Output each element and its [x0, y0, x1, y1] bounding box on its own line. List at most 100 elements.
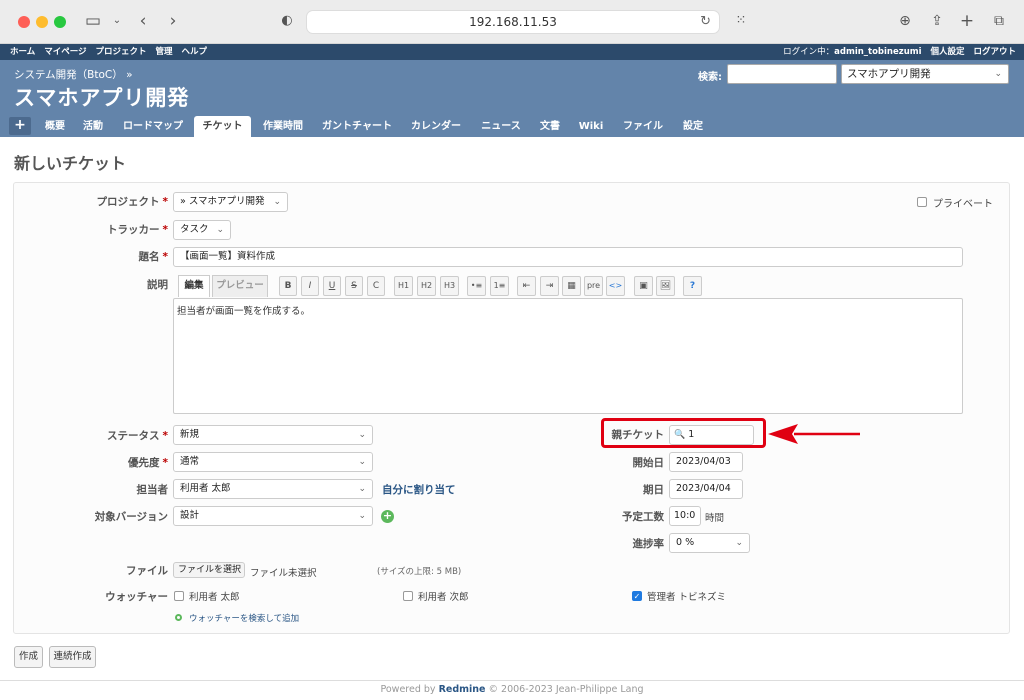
download-icon[interactable]: ⊕ [894, 10, 916, 32]
tab-wiki[interactable]: Wiki [572, 116, 610, 137]
tab-issues[interactable]: チケット [194, 116, 251, 137]
unordered-list-button[interactable]: •≡ [467, 276, 486, 296]
page-project-title: スマホアプリ開発 [14, 86, 190, 110]
tab-overview-icon[interactable]: ⧉ [988, 10, 1010, 32]
chevron-down-icon: ⌄ [358, 430, 366, 440]
reload-icon[interactable]: ↻ [700, 11, 711, 33]
due-date-input[interactable]: 2023/04/04 [669, 479, 743, 499]
indent-button[interactable]: ⇥ [540, 276, 559, 296]
table-button[interactable]: ▦ [562, 276, 581, 296]
add-watchers-link[interactable]: ウォッチャーを検索して追加 [189, 612, 299, 624]
tab-overview[interactable]: 概要 [38, 116, 72, 137]
annotation-highlight-box [601, 418, 766, 448]
breadcrumb[interactable]: システム開発（BtoC） » [14, 67, 133, 82]
strikethrough-button[interactable]: S [345, 276, 363, 296]
link-button[interactable]: ▣ [634, 276, 653, 296]
create-button[interactable]: 作成 [14, 646, 43, 668]
minimize-window-button[interactable] [36, 16, 48, 28]
grid-icon[interactable]: ⁙ [730, 10, 752, 32]
tab-files[interactable]: ファイル [615, 116, 671, 137]
assignee-select[interactable]: 利用者 太郎 ⌄ [173, 479, 373, 499]
forward-icon[interactable]: › [162, 10, 184, 32]
logout-link[interactable]: ログアウト [973, 47, 1016, 57]
watcher-checkbox-admin[interactable]: ✓ [632, 591, 642, 601]
bold-button[interactable]: B [279, 276, 297, 296]
highlighted-code-button[interactable]: <> [606, 276, 625, 296]
code-button[interactable]: C [367, 276, 385, 296]
outdent-button[interactable]: ⇤ [517, 276, 536, 296]
chevron-down-icon: ⌄ [358, 511, 366, 521]
main-menu: + 概要 活動 ロードマップ チケット 作業時間 ガントチャート カレンダー ニ… [0, 115, 1024, 137]
description-textarea[interactable]: 担当者が画面一覧を作成する。 [173, 298, 963, 414]
footer-divider [0, 680, 1024, 681]
priority-select[interactable]: 通常 ⌄ [173, 452, 373, 472]
done-ratio-select[interactable]: 0 % ⌄ [669, 533, 750, 553]
tab-activity[interactable]: 活動 [76, 116, 110, 137]
start-date-input[interactable]: 2023/04/03 [669, 452, 743, 472]
heading3-button[interactable]: H3 [440, 276, 459, 296]
top-menu-home[interactable]: ホーム [10, 47, 35, 57]
tab-gantt[interactable]: ガントチャート [315, 116, 399, 137]
watcher-checkbox-taro[interactable] [174, 591, 184, 601]
top-menu-help[interactable]: ヘルプ [182, 47, 208, 57]
italic-button[interactable]: I [301, 276, 319, 296]
underline-button[interactable]: U [323, 276, 341, 296]
files-label: ファイル [126, 565, 168, 577]
preformatted-button[interactable]: pre [584, 276, 603, 296]
footer: Powered by Redmine © 2006-2023 Jean-Phil… [0, 684, 1024, 695]
done-ratio-value: 0 % [676, 537, 695, 548]
tracker-select-value: タスク [180, 224, 209, 235]
help-button[interactable]: ? [683, 276, 702, 296]
new-tab-icon[interactable]: + [956, 10, 978, 32]
heading2-button[interactable]: H2 [417, 276, 436, 296]
chevron-down-icon[interactable]: ⌄ [106, 10, 128, 32]
redmine-link[interactable]: Redmine [439, 684, 486, 695]
private-checkbox[interactable] [917, 197, 927, 207]
ordered-list-button[interactable]: 1≡ [490, 276, 509, 296]
assignee-select-value: 利用者 太郎 [180, 483, 231, 494]
create-and-continue-button[interactable]: 連続作成 [49, 646, 96, 668]
estimated-hours-input[interactable]: 10:0 [669, 506, 701, 526]
top-menu-projects[interactable]: プロジェクト [96, 47, 147, 57]
top-menu-mypage[interactable]: マイページ [44, 47, 86, 57]
login-user-link[interactable]: admin_tobinezumi [834, 47, 921, 57]
tab-news[interactable]: ニュース [474, 116, 528, 137]
top-menu: ホーム マイページ プロジェクト 管理 ヘルプ ログイン中：admin_tobi… [0, 44, 1024, 60]
choose-file-button[interactable]: ファイルを選択 [173, 562, 245, 578]
chevron-down-icon: ⌄ [735, 538, 743, 548]
search-input[interactable] [727, 64, 837, 84]
new-object-button[interactable]: + [9, 117, 31, 135]
tab-roadmap[interactable]: ロードマップ [114, 116, 192, 137]
tab-settings[interactable]: 設定 [675, 116, 711, 137]
zoom-window-button[interactable] [54, 16, 66, 28]
tab-calendar[interactable]: カレンダー [404, 116, 468, 137]
address-bar[interactable]: 192.168.11.53 ↻ [306, 10, 720, 34]
shield-icon[interactable]: ◐ [276, 10, 298, 32]
image-button[interactable]: 🖼 [656, 276, 675, 296]
heading1-button[interactable]: H1 [394, 276, 413, 296]
tab-documents[interactable]: 文書 [533, 116, 567, 137]
subject-input[interactable]: 【画面一覧】資料作成 [173, 247, 963, 267]
tab-preview[interactable]: プレビュー [212, 275, 268, 297]
assign-to-me-link[interactable]: 自分に割り当て [382, 482, 456, 497]
share-icon[interactable]: ⇪ [926, 10, 948, 32]
close-window-button[interactable] [18, 16, 30, 28]
personal-settings-link[interactable]: 個人設定 [931, 47, 965, 57]
status-select[interactable]: 新規 ⌄ [173, 425, 373, 445]
tab-edit[interactable]: 編集 [178, 275, 210, 297]
add-version-icon[interactable]: + [381, 510, 394, 523]
description-label: 説明 [147, 279, 168, 291]
tracker-select[interactable]: タスク ⌄ [173, 220, 231, 240]
top-menu-admin[interactable]: 管理 [156, 47, 173, 57]
watcher-checkbox-jiro[interactable] [403, 591, 413, 601]
back-icon[interactable]: ‹ [132, 10, 154, 32]
sidebar-toggle-icon[interactable]: ▭ [82, 10, 104, 32]
project-select[interactable]: » スマホアプリ開発 ⌄ [173, 192, 288, 212]
project-jump-select[interactable]: スマホアプリ開発 ⌄ [841, 64, 1009, 84]
version-select[interactable]: 設計 ⌄ [173, 506, 373, 526]
tab-time-entries[interactable]: 作業時間 [255, 116, 311, 137]
file-size-limit: (サイズの上限: 5 MB) [377, 567, 462, 577]
priority-select-value: 通常 [180, 456, 200, 467]
search-label: 検索: [698, 72, 722, 83]
chevron-down-icon: ⌄ [216, 225, 224, 235]
